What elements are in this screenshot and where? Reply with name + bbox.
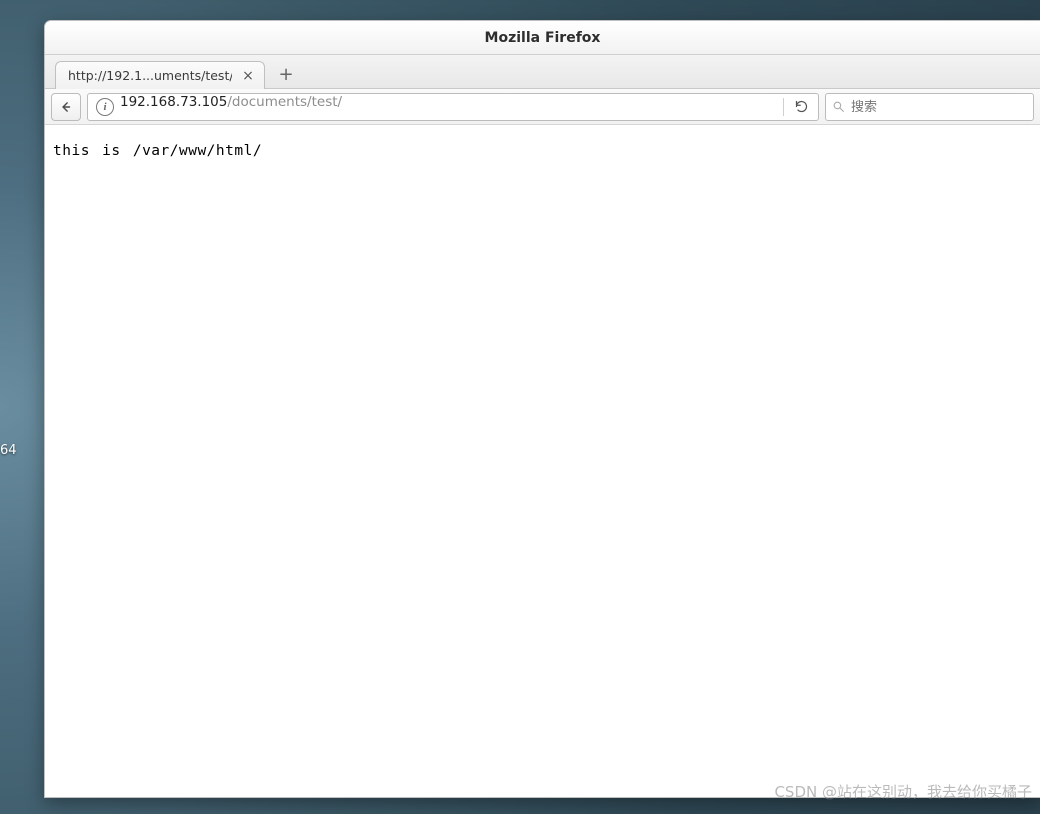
firefox-window: Mozilla Firefox http://192.1...uments/te… (44, 20, 1040, 798)
reload-button[interactable] (790, 96, 812, 118)
url-host: 192.168.73.105 (120, 94, 227, 110)
desktop-background: 64 Mozilla Firefox http://192.1...uments… (0, 0, 1040, 814)
address-bar[interactable]: i 192.168.73.105/documents/test/ (87, 93, 819, 121)
site-info-icon[interactable]: i (96, 98, 114, 116)
close-icon: × (242, 68, 254, 84)
search-input[interactable] (851, 99, 1027, 114)
tab-strip: http://192.1...uments/test/ × + (45, 55, 1040, 89)
url-path: /documents/test/ (227, 94, 342, 110)
desktop-icon-label: 64 (0, 443, 17, 458)
url-input[interactable]: 192.168.73.105/documents/test/ (120, 94, 777, 120)
plus-icon: + (278, 64, 293, 85)
window-titlebar[interactable]: Mozilla Firefox (45, 21, 1040, 55)
separator (783, 98, 784, 116)
page-body-text: this is /var/www/html/ (53, 143, 262, 159)
tab-title: http://192.1...uments/test/ (68, 68, 232, 83)
window-title: Mozilla Firefox (485, 30, 601, 46)
reload-icon (794, 99, 809, 114)
page-content: this is /var/www/html/ (45, 125, 1040, 797)
arrow-left-icon (59, 100, 73, 114)
back-button[interactable] (51, 93, 81, 121)
browser-tab[interactable]: http://192.1...uments/test/ × (55, 61, 265, 89)
search-bar[interactable] (825, 93, 1034, 121)
navigation-toolbar: i 192.168.73.105/documents/test/ (45, 89, 1040, 125)
search-icon (832, 100, 845, 113)
close-tab-button[interactable]: × (240, 68, 256, 84)
new-tab-button[interactable]: + (273, 62, 299, 86)
